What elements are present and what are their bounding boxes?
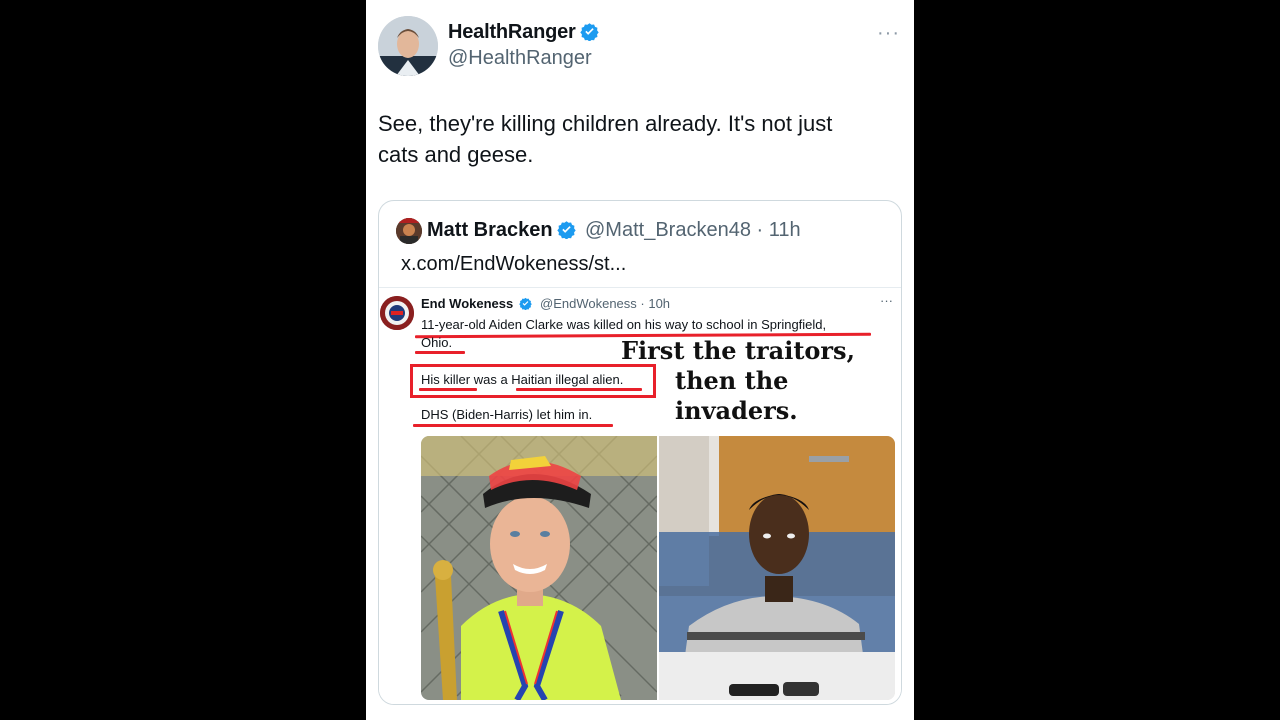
verified-badge-icon bbox=[519, 297, 532, 310]
embedded-author-name-text: End Wokeness bbox=[421, 296, 514, 311]
author-avatar[interactable] bbox=[378, 16, 438, 76]
more-options-ellipsis-icon[interactable]: ··· bbox=[877, 22, 900, 45]
quoted-author-avatar[interactable] bbox=[396, 218, 422, 244]
embedded-more-ellipsis-icon: ··· bbox=[880, 293, 893, 308]
red-underline bbox=[413, 424, 613, 427]
embedded-author-handle-time: @EndWokeness · 10h bbox=[540, 296, 671, 311]
quoted-author-handle-time[interactable]: @Matt_Bracken48 · 11h bbox=[585, 219, 801, 242]
quoted-author-name[interactable]: Matt Bracken bbox=[427, 219, 576, 242]
embedded-text-line-3: His killer was a Haitian illegal alien. bbox=[421, 372, 624, 387]
embedded-text-line-1: 11-year-old Aiden Clarke was killed on h… bbox=[421, 317, 827, 332]
embedded-author-avatar bbox=[380, 296, 414, 330]
quoted-author-name-text[interactable]: Matt Bracken bbox=[427, 219, 553, 241]
tweet-card: HealthRanger @HealthRanger ··· See, they… bbox=[366, 0, 914, 720]
verified-badge-icon bbox=[556, 221, 576, 239]
photo-man-in-court bbox=[659, 436, 895, 700]
embedded-text-line-4: DHS (Biden-Harris) let him in. bbox=[421, 407, 593, 422]
overlay-line-1: First the traitors, bbox=[621, 336, 855, 365]
embedded-text-line-2: Ohio. bbox=[421, 335, 453, 350]
overlay-line-2: then the bbox=[675, 366, 789, 395]
embedded-author-name: End Wokeness bbox=[421, 296, 532, 311]
quoted-link[interactable]: x.com/EndWokeness/st... bbox=[401, 253, 626, 276]
tweet-text: See, they're killing children already. I… bbox=[378, 111, 833, 167]
quoted-tweet[interactable]: Matt Bracken @Matt_Bracken48 · 11h x.com… bbox=[378, 200, 902, 705]
photo-collage bbox=[421, 436, 895, 700]
red-underline bbox=[415, 351, 465, 354]
photo-boy-with-medal bbox=[421, 436, 657, 700]
verified-badge-icon bbox=[579, 23, 599, 41]
author-name-text[interactable]: HealthRanger bbox=[448, 21, 576, 43]
author-name[interactable]: HealthRanger bbox=[448, 21, 599, 44]
overlay-caption: First the traitors, then the invaders. bbox=[621, 336, 855, 426]
embedded-screenshot-image[interactable]: End Wokeness @EndWokeness · 10h ··· 11-y… bbox=[379, 287, 901, 704]
overlay-line-3: invaders. bbox=[675, 396, 798, 425]
red-underline bbox=[419, 388, 477, 391]
author-handle[interactable]: @HealthRanger bbox=[448, 47, 592, 70]
